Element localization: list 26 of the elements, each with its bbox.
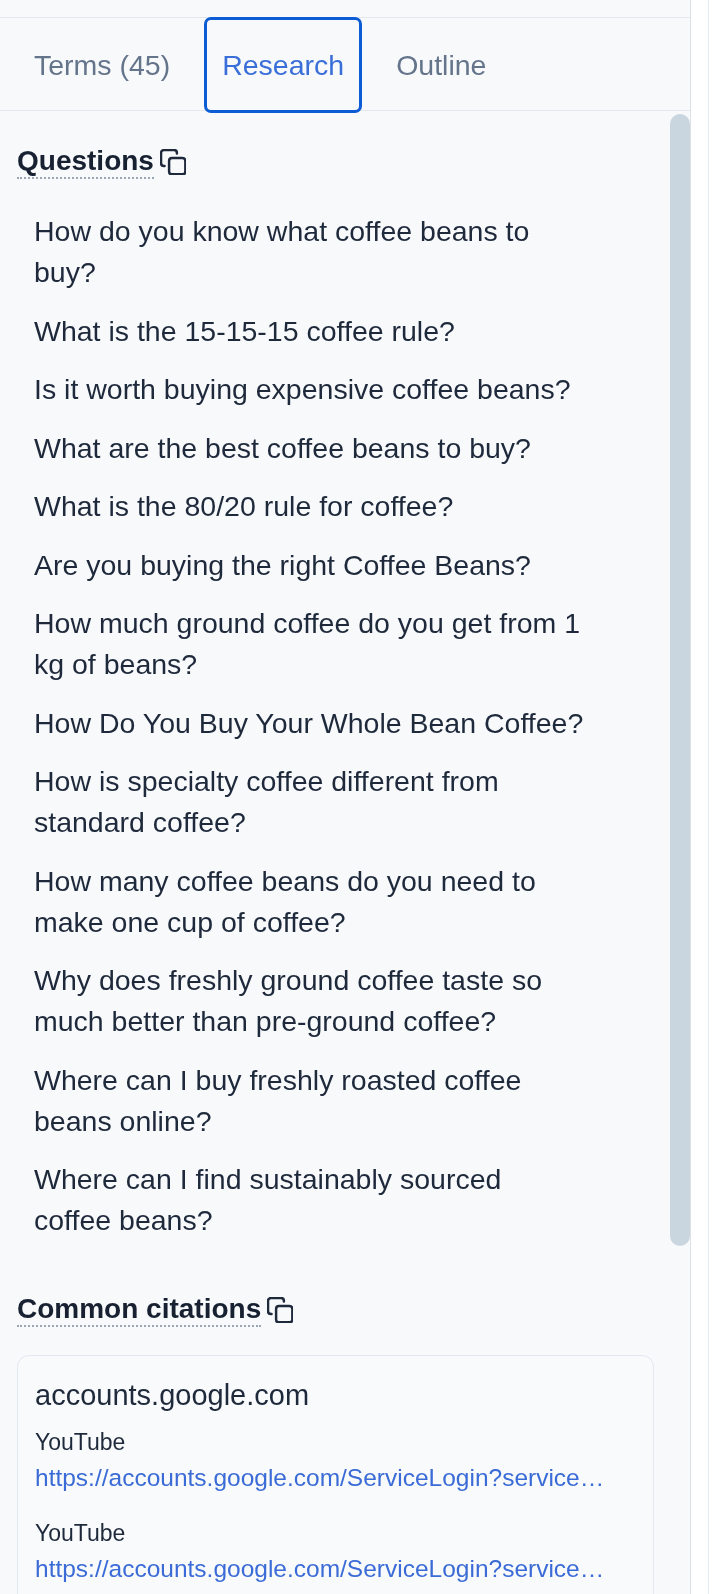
section-heading: Questions: [17, 145, 154, 179]
question-item: Why does freshly ground coffee taste so much better than pre-ground coffee?: [34, 963, 543, 1039]
citation-title: YouTube: [35, 1519, 127, 1548]
question-item: How do you know what coffee beans to buy?: [34, 214, 531, 290]
citation-link[interactable]: https://accounts.google.com/ServiceLogin?service…: [35, 1555, 605, 1582]
question-item: How is specialty coffee different from standard coffee?: [34, 764, 500, 840]
tab[interactable]: Outline: [378, 17, 505, 113]
citation-domain: accounts.google.com: [35, 1378, 311, 1413]
question-item: How many coffee beans do you need to make one cup of coffee?: [34, 863, 537, 940]
section-heading: Common citations: [17, 1293, 262, 1327]
question-item: What is the 80/20 rule for coffee?: [34, 489, 455, 524]
citation-link[interactable]: https://accounts.google.com/ServiceLogin?service…: [35, 1464, 605, 1491]
tab[interactable]: Research: [204, 17, 363, 113]
question-item: Is it worth buying expensive coffee beans?: [34, 372, 572, 407]
tab[interactable]: Terms (45): [16, 17, 189, 113]
question-item: How Do You Buy Your Whole Bean Coffee?: [34, 705, 584, 741]
question-item: Where can I find sustainably sourced coffee beans?: [34, 1162, 503, 1238]
citation-title: YouTube: [35, 1428, 127, 1457]
question-item: Where can I buy freshly roasted coffee beans online?: [34, 1062, 523, 1139]
question-item: What are the best coffee beans to buy?: [34, 430, 532, 466]
copy-icon[interactable]: [159, 149, 186, 175]
question-item: Are you buying the right Coffee Beans?: [34, 547, 532, 583]
copy-icon[interactable]: [267, 1297, 294, 1323]
question-item: How much ground coffee do you get from 1 kg of beans?: [34, 606, 582, 682]
question-item: What is the 15-15-15 coffee rule?: [34, 313, 456, 349]
scrollbar-thumb[interactable]: [670, 114, 690, 1246]
